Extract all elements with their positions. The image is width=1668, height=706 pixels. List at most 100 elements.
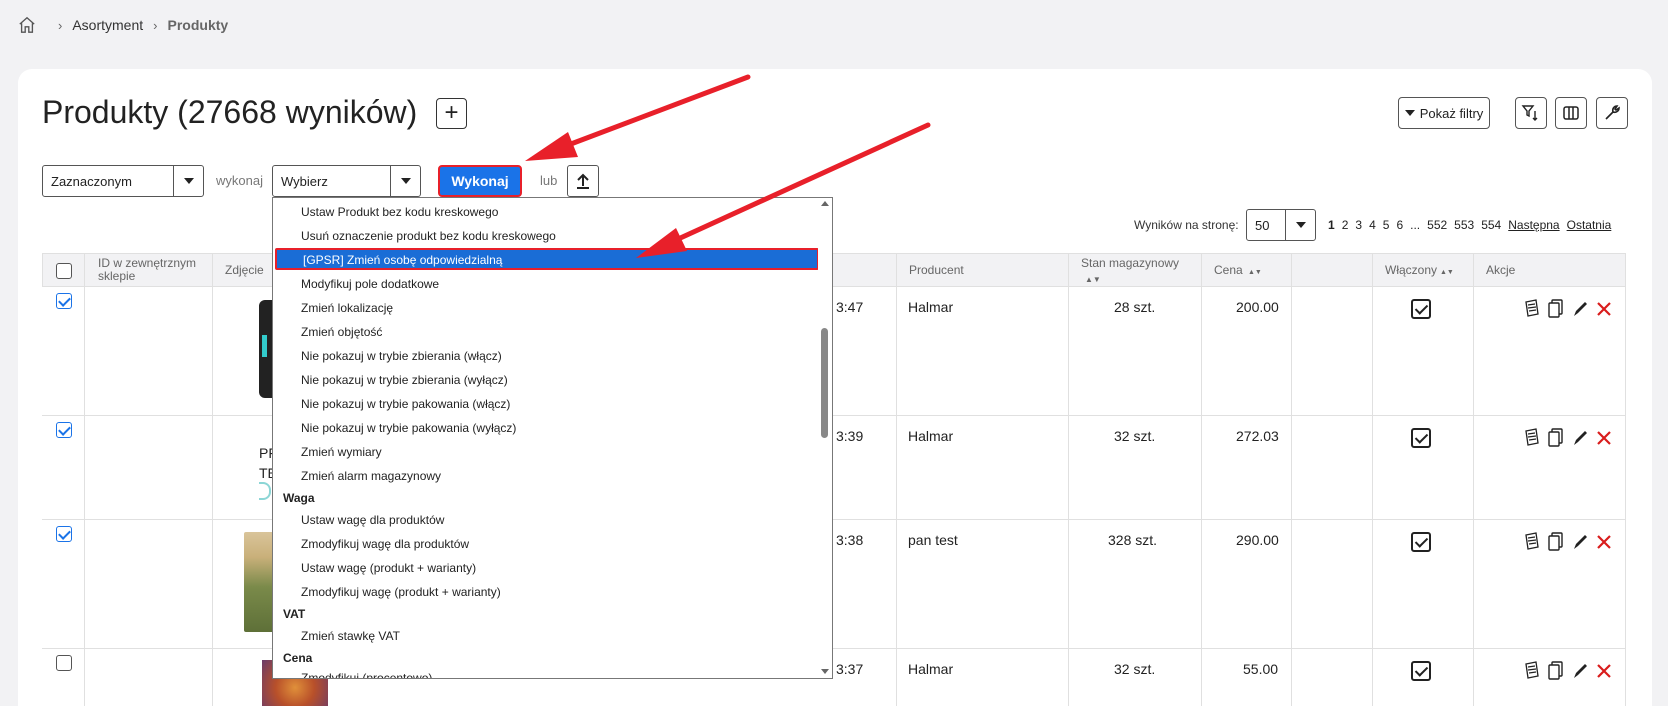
last-page-link[interactable]: Ostatnia	[1567, 218, 1612, 232]
dropdown-item[interactable]: Usuń oznaczenie produkt bez kodu kreskow…	[301, 229, 556, 243]
scope-select[interactable]: Zaznaczonym	[42, 165, 204, 197]
dropdown-item-selected[interactable]: [GPSR] Zmień osobę odpowiedzialną	[275, 248, 819, 270]
row-actions	[1523, 532, 1613, 552]
upload-button[interactable]	[567, 165, 599, 197]
action-select[interactable]: Wybierz	[272, 165, 421, 197]
row-enabled-checkbox[interactable]	[1411, 661, 1431, 681]
header-price[interactable]: Cena	[1214, 264, 1243, 277]
breadcrumb-item-assortment[interactable]: Asortyment	[72, 17, 143, 33]
action-dropdown-list[interactable]: Ustaw Produkt bez kodu kreskowego Usuń o…	[272, 197, 833, 679]
dropdown-item[interactable]: Ustaw wagę dla produktów	[301, 513, 444, 527]
execute-button[interactable]: Wykonaj	[438, 165, 522, 197]
header-external-id[interactable]: ID w zewnętrznym sklepie	[98, 257, 208, 283]
row-stock: 328 szt.	[1108, 532, 1158, 548]
delete-icon[interactable]	[1595, 532, 1613, 552]
row-producer: Halmar	[908, 299, 954, 315]
row-checkbox[interactable]	[56, 422, 72, 438]
edit-icon[interactable]	[1571, 661, 1589, 681]
copy-icon[interactable]	[1547, 299, 1565, 319]
row-enabled-checkbox[interactable]	[1411, 299, 1431, 319]
dropdown-scrollbar[interactable]	[818, 198, 832, 678]
column-divider	[896, 253, 897, 706]
show-filters-button[interactable]: Pokaż filtry	[1398, 97, 1490, 129]
delete-icon[interactable]	[1595, 299, 1613, 319]
row-actions	[1523, 428, 1613, 448]
per-page-select[interactable]: 50	[1246, 209, 1316, 241]
row-date: 3:47	[836, 299, 864, 315]
page-552[interactable]: 552	[1427, 218, 1447, 232]
row-checkbox[interactable]	[56, 655, 72, 671]
header-enabled[interactable]: Włączony	[1385, 264, 1437, 277]
column-divider	[84, 253, 85, 706]
dropdown-item[interactable]: Zmodyfikuj wagę dla produktów	[301, 537, 469, 551]
dropdown-item[interactable]: Ustaw wagę (produkt + warianty)	[301, 561, 476, 575]
select-all-checkbox[interactable]	[56, 263, 72, 279]
home-icon[interactable]	[18, 16, 36, 34]
edit-icon[interactable]	[1571, 299, 1589, 319]
dropdown-item[interactable]: Zmień wymiary	[301, 445, 382, 459]
details-icon[interactable]	[1523, 299, 1541, 319]
row-checkbox[interactable]	[56, 526, 72, 542]
column-divider	[1625, 253, 1626, 706]
copy-icon[interactable]	[1547, 661, 1565, 681]
dropdown-item[interactable]: Zmień stawkę VAT	[301, 629, 400, 643]
page-4[interactable]: 4	[1369, 218, 1376, 232]
page-553[interactable]: 553	[1454, 218, 1474, 232]
details-icon[interactable]	[1523, 532, 1541, 552]
delete-icon[interactable]	[1595, 661, 1613, 681]
page-6[interactable]: 6	[1396, 218, 1403, 232]
dropdown-item[interactable]: Zmień lokalizację	[301, 301, 393, 315]
dropdown-item[interactable]: Zmodyfikuj wagę (produkt + warianty)	[301, 585, 501, 599]
dropdown-item[interactable]: Nie pokazuj w trybie zbierania (włącz)	[301, 349, 502, 363]
edit-icon[interactable]	[1571, 532, 1589, 552]
or-label: lub	[540, 173, 558, 188]
next-page-link[interactable]: Następna	[1508, 218, 1559, 232]
copy-icon[interactable]	[1547, 428, 1565, 448]
scrollbar-thumb[interactable]	[821, 328, 828, 438]
row-date: 3:38	[836, 532, 864, 548]
show-filters-label: Pokaż filtry	[1419, 105, 1484, 121]
settings-button[interactable]	[1596, 97, 1628, 129]
page-title: Produkty (27668 wyników)	[42, 94, 418, 130]
upload-icon	[577, 173, 589, 189]
add-product-button[interactable]: +	[436, 98, 467, 129]
dropdown-item[interactable]: Modyfikuj pole dodatkowe	[301, 277, 439, 291]
page-3[interactable]: 3	[1355, 218, 1362, 232]
dropdown-item[interactable]: Nie pokazuj w trybie zbierania (wyłącz)	[301, 373, 508, 387]
row-checkbox[interactable]	[56, 293, 72, 309]
page-5[interactable]: 5	[1383, 218, 1390, 232]
columns-button[interactable]	[1555, 97, 1587, 129]
dropdown-item[interactable]: Ustaw Produkt bez kodu kreskowego	[301, 205, 498, 219]
page-ellipsis: ...	[1410, 218, 1421, 232]
row-price: 290.00	[1236, 532, 1279, 548]
scroll-up-icon[interactable]	[821, 201, 829, 206]
sort-filter-button[interactable]	[1515, 97, 1547, 129]
dropdown-item[interactable]: Zmień alarm magazynowy	[301, 469, 441, 483]
row-enabled-checkbox[interactable]	[1411, 428, 1431, 448]
page-1[interactable]: 1	[1328, 218, 1335, 232]
dropdown-item-selected-label: [GPSR] Zmień osobę odpowiedzialną	[303, 253, 503, 267]
delete-icon[interactable]	[1595, 428, 1613, 448]
header-producer[interactable]: Producent	[909, 264, 964, 277]
product-thumbnail[interactable]	[244, 532, 274, 632]
page-554[interactable]: 554	[1481, 218, 1501, 232]
dropdown-item[interactable]: Nie pokazuj w trybie pakowania (włącz)	[301, 397, 510, 411]
copy-icon[interactable]	[1547, 532, 1565, 552]
header-stock[interactable]: Stan magazynowy	[1081, 257, 1179, 270]
dropdown-item[interactable]: Zmień objętość	[301, 325, 382, 339]
row-enabled-checkbox[interactable]	[1411, 532, 1431, 552]
sort-icon[interactable]: ▲▼	[1085, 273, 1101, 286]
sort-icon[interactable]: ▲▼	[1440, 266, 1454, 279]
details-icon[interactable]	[1523, 661, 1541, 681]
dropdown-group-label: VAT	[283, 607, 306, 621]
row-producer: Halmar	[908, 428, 954, 444]
scroll-down-icon[interactable]	[821, 669, 829, 674]
sort-icon[interactable]: ▲▼	[1248, 266, 1262, 279]
dropdown-item[interactable]: Zmodyfikuj (procentowo)	[301, 671, 432, 678]
page-2[interactable]: 2	[1342, 218, 1349, 232]
row-price: 200.00	[1236, 299, 1279, 315]
dropdown-item[interactable]: Nie pokazuj w trybie pakowania (wyłącz)	[301, 421, 516, 435]
edit-icon[interactable]	[1571, 428, 1589, 448]
header-photo: Zdjęcie	[225, 263, 264, 277]
details-icon[interactable]	[1523, 428, 1541, 448]
